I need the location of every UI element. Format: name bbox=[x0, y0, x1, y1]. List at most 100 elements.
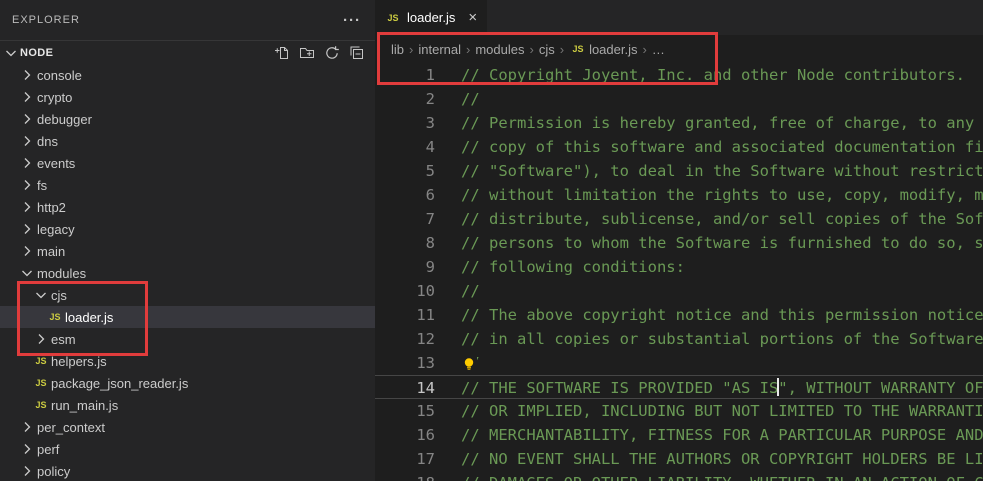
breadcrumb-separator-icon: › bbox=[529, 42, 533, 57]
tree-item-label: console bbox=[36, 68, 82, 83]
tree-item-modules[interactable]: modules bbox=[0, 262, 375, 284]
breadcrumb-item-lib[interactable]: lib bbox=[391, 42, 404, 57]
tree-item-label: perf bbox=[36, 442, 59, 457]
chevron-right-icon bbox=[32, 331, 50, 347]
editor-area: JS loader.js × lib›internal›modules›cjs›… bbox=[375, 0, 983, 481]
lightbulb-icon[interactable] bbox=[461, 355, 477, 371]
tree-item-label: dns bbox=[36, 134, 58, 149]
tree-item-cjs[interactable]: cjs bbox=[0, 284, 375, 306]
new-file-icon[interactable] bbox=[274, 45, 290, 61]
code-line-1[interactable]: 1// Copyright Joyent, Inc. and other Nod… bbox=[375, 63, 983, 87]
tree-item-helpers-js[interactable]: JShelpers.js bbox=[0, 350, 375, 372]
line-number: 4 bbox=[375, 135, 435, 159]
tree-item-label: debugger bbox=[36, 112, 92, 127]
tab-loader-js[interactable]: JS loader.js × bbox=[375, 0, 487, 35]
new-folder-icon[interactable] bbox=[299, 45, 315, 61]
line-text: // copy of this software and associated … bbox=[435, 135, 983, 159]
line-number: 2 bbox=[375, 87, 435, 111]
tree-item-label: policy bbox=[36, 464, 70, 479]
line-text: // without limitation the rights to use,… bbox=[435, 183, 983, 207]
breadcrumb-label: modules bbox=[475, 42, 524, 57]
breadcrumb-item-cjs[interactable]: cjs bbox=[539, 42, 555, 57]
line-text: // MERCHANTABILITY, FITNESS FOR A PARTIC… bbox=[435, 423, 983, 447]
tree-item-label: esm bbox=[50, 332, 76, 347]
tab-bar: JS loader.js × bbox=[375, 0, 983, 35]
tree-item-label: fs bbox=[36, 178, 47, 193]
tree-item-perf[interactable]: perf bbox=[0, 438, 375, 460]
chevron-right-icon bbox=[18, 67, 36, 83]
breadcrumb-item-loader-js[interactable]: JSloader.js bbox=[569, 41, 637, 57]
editor-code[interactable]: 1// Copyright Joyent, Inc. and other Nod… bbox=[375, 63, 983, 481]
line-text: // NO EVENT SHALL THE AUTHORS OR COPYRIG… bbox=[435, 447, 983, 471]
tree-item-loader-js[interactable]: JSloader.js bbox=[0, 306, 375, 328]
tree-item-events[interactable]: events bbox=[0, 152, 375, 174]
code-line-16[interactable]: 16// MERCHANTABILITY, FITNESS FOR A PART… bbox=[375, 423, 983, 447]
tree-item-debugger[interactable]: debugger bbox=[0, 108, 375, 130]
tree-item-label: run_main.js bbox=[50, 398, 118, 413]
tree-item-run-main-js[interactable]: JSrun_main.js bbox=[0, 394, 375, 416]
tree-item-crypto[interactable]: crypto bbox=[0, 86, 375, 108]
line-text: // DAMAGES OR OTHER LIABILITY, WHETHER I… bbox=[435, 471, 983, 481]
breadcrumb-item-more[interactable]: … bbox=[652, 42, 665, 57]
refresh-icon[interactable] bbox=[324, 45, 340, 61]
breadcrumb-label: … bbox=[652, 42, 665, 57]
code-line-14[interactable]: 14// THE SOFTWARE IS PROVIDED "AS IS", W… bbox=[375, 375, 983, 399]
tree-item-http2[interactable]: http2 bbox=[0, 196, 375, 218]
code-line-4[interactable]: 4// copy of this software and associated… bbox=[375, 135, 983, 159]
chevron-down-icon bbox=[3, 45, 19, 61]
code-line-13[interactable]: 13// bbox=[375, 351, 983, 375]
line-text: // in all copies or substantial portions… bbox=[435, 327, 983, 351]
tree-item-main[interactable]: main bbox=[0, 240, 375, 262]
code-line-17[interactable]: 17// NO EVENT SHALL THE AUTHORS OR COPYR… bbox=[375, 447, 983, 471]
breadcrumb-item-internal[interactable]: internal bbox=[418, 42, 461, 57]
line-text: // bbox=[435, 351, 480, 375]
tree-item-per-context[interactable]: per_context bbox=[0, 416, 375, 438]
collapse-all-icon[interactable] bbox=[349, 45, 365, 61]
tree-item-policy[interactable]: policy bbox=[0, 460, 375, 481]
line-number: 14 bbox=[375, 376, 435, 398]
code-line-9[interactable]: 9// following conditions: bbox=[375, 255, 983, 279]
line-number: 13 bbox=[375, 351, 435, 375]
tree-item-legacy[interactable]: legacy bbox=[0, 218, 375, 240]
line-number: 10 bbox=[375, 279, 435, 303]
tree-item-console[interactable]: console bbox=[0, 64, 375, 86]
line-text: // OR IMPLIED, INCLUDING BUT NOT LIMITED… bbox=[435, 399, 983, 423]
section-actions bbox=[274, 45, 367, 61]
breadcrumb-item-modules[interactable]: modules bbox=[475, 42, 524, 57]
tree-item-label: package_json_reader.js bbox=[50, 376, 188, 391]
file-tree: console crypto debugger dns events fs http2 leg… bbox=[0, 64, 375, 481]
code-line-10[interactable]: 10// bbox=[375, 279, 983, 303]
code-line-18[interactable]: 18// DAMAGES OR OTHER LIABILITY, WHETHER… bbox=[375, 471, 983, 481]
line-number: 9 bbox=[375, 255, 435, 279]
code-line-5[interactable]: 5// "Software"), to deal in the Software… bbox=[375, 159, 983, 183]
js-file-icon: JS bbox=[46, 309, 64, 325]
tree-item-package-json-reader-js[interactable]: JSpackage_json_reader.js bbox=[0, 372, 375, 394]
code-line-6[interactable]: 6// without limitation the rights to use… bbox=[375, 183, 983, 207]
code-line-12[interactable]: 12// in all copies or substantial portio… bbox=[375, 327, 983, 351]
code-line-7[interactable]: 7// distribute, sublicense, and/or sell … bbox=[375, 207, 983, 231]
code-line-11[interactable]: 11// The above copyright notice and this… bbox=[375, 303, 983, 327]
more-actions-icon[interactable]: ··· bbox=[343, 12, 361, 29]
line-text: // bbox=[435, 279, 480, 303]
tree-item-label: events bbox=[36, 156, 75, 171]
line-text: // Permission is hereby granted, free of… bbox=[435, 111, 983, 135]
code-line-15[interactable]: 15// OR IMPLIED, INCLUDING BUT NOT LIMIT… bbox=[375, 399, 983, 423]
js-file-icon: JS bbox=[384, 10, 402, 26]
code-line-2[interactable]: 2// bbox=[375, 87, 983, 111]
line-number: 7 bbox=[375, 207, 435, 231]
tab-close-icon[interactable]: × bbox=[468, 10, 477, 25]
tree-item-fs[interactable]: fs bbox=[0, 174, 375, 196]
section-header-node[interactable]: NODE bbox=[0, 40, 375, 64]
chevron-right-icon bbox=[18, 133, 36, 149]
chevron-right-icon bbox=[18, 199, 36, 215]
line-number: 15 bbox=[375, 399, 435, 423]
line-text: // "Software"), to deal in the Software … bbox=[435, 159, 983, 183]
tree-item-dns[interactable]: dns bbox=[0, 130, 375, 152]
code-line-8[interactable]: 8// persons to whom the Software is furn… bbox=[375, 231, 983, 255]
line-number: 11 bbox=[375, 303, 435, 327]
tree-item-label: http2 bbox=[36, 200, 66, 215]
code-line-3[interactable]: 3// Permission is hereby granted, free o… bbox=[375, 111, 983, 135]
chevron-right-icon bbox=[18, 177, 36, 193]
chevron-right-icon bbox=[18, 243, 36, 259]
tree-item-esm[interactable]: esm bbox=[0, 328, 375, 350]
